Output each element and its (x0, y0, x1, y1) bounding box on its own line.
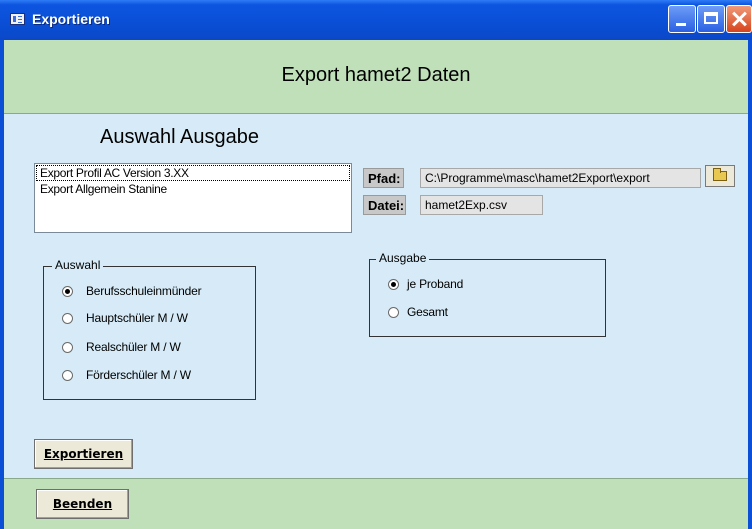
path-field[interactable]: C:\Programme\masc\hamet2Export\export (420, 168, 701, 188)
export-window: Exportieren Export hamet2 Daten Auswahl … (0, 0, 752, 529)
radio-button-checked[interactable] (388, 278, 399, 290)
radio-button-checked[interactable] (62, 285, 73, 297)
list-item[interactable]: Export Profil AC Version 3.XX (36, 165, 350, 181)
path-label: Pfad: (363, 168, 404, 188)
radio-label: Realschüler M / W (86, 340, 181, 354)
radio-label: je Proband (407, 277, 464, 291)
ausgabe-legend: Ausgabe (376, 251, 430, 265)
page-title: Export hamet2 Daten (281, 64, 471, 86)
window-title: Exportieren (32, 11, 110, 27)
section-title: Auswahl Ausgabe (100, 126, 260, 148)
quit-button[interactable]: Beenden (36, 489, 129, 519)
minimize-button[interactable] (668, 5, 696, 33)
radio-label: Hauptschüler M / W (86, 311, 188, 325)
auswahl-group: Auswahl Berufsschuleinmünder Hauptschüle… (43, 258, 256, 400)
radio-je-proband[interactable]: je Proband (388, 276, 463, 292)
title-bar[interactable]: Exportieren (0, 0, 752, 40)
radio-berufsschuleinmuender[interactable]: Berufsschuleinmünder (62, 283, 202, 299)
ausgabe-group: Ausgabe je Proband Gesamt (369, 251, 606, 337)
radio-hauptschueler[interactable]: Hauptschüler M / W (62, 310, 188, 326)
radio-label: Gesamt (407, 305, 448, 319)
maximize-button[interactable] (697, 5, 725, 33)
header-band: Export hamet2 Daten (4, 40, 748, 114)
list-item[interactable]: Export Allgemein Stanine (37, 182, 349, 196)
folder-open-icon (713, 168, 727, 181)
radio-label: Förderschüler M / W (86, 368, 191, 382)
radio-foerderschueler[interactable]: Förderschüler M / W (62, 367, 191, 383)
radio-button[interactable] (388, 306, 399, 318)
file-label: Datei: (363, 195, 406, 215)
browse-button[interactable] (705, 165, 735, 187)
export-button[interactable]: Exportieren (34, 439, 133, 469)
radio-label: Berufsschuleinmünder (86, 284, 202, 298)
export-type-listbox[interactable]: Export Profil AC Version 3.XX Export All… (34, 163, 352, 233)
close-button[interactable] (726, 5, 752, 33)
radio-realschueler[interactable]: Realschüler M / W (62, 339, 181, 355)
auswahl-legend: Auswahl (52, 258, 104, 272)
form-icon (10, 13, 25, 25)
radio-gesamt[interactable]: Gesamt (388, 304, 448, 320)
radio-button[interactable] (62, 369, 73, 381)
radio-button[interactable] (62, 341, 73, 353)
file-field[interactable]: hamet2Exp.csv (420, 195, 543, 215)
radio-button[interactable] (62, 312, 73, 324)
